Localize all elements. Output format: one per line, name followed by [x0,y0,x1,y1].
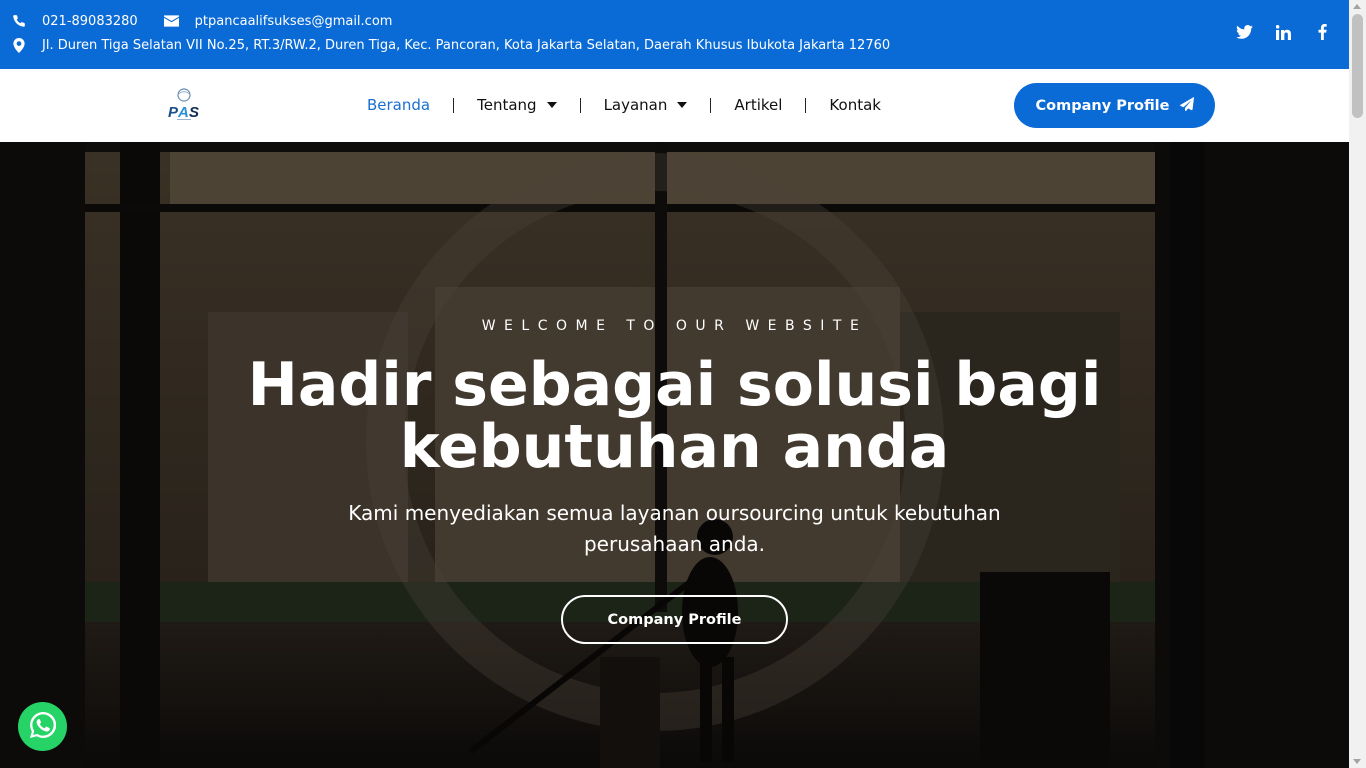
page-scrollbar[interactable] [1349,0,1366,768]
social-links [1235,23,1331,41]
scroll-down-arrow-icon[interactable] [1353,759,1361,764]
twitter-icon[interactable] [1235,23,1253,41]
nav-item-beranda[interactable]: Beranda [367,96,430,114]
svg-text:A: A [177,104,189,121]
paper-plane-icon [1179,96,1194,115]
hero-title-line: kebutuhan anda [399,412,950,482]
nav-divider [579,97,581,113]
hero-title-line: Hadir sebagai solusi bagi [247,350,1102,420]
map-marker-icon [11,37,27,53]
nav-item-label: Artikel [734,96,783,114]
nav-divider [710,97,712,113]
company-logo[interactable]: P A S [165,85,205,125]
nav-item-kontak[interactable]: Kontak [829,96,881,114]
facebook-icon[interactable] [1313,23,1331,41]
hero-eyebrow: WELCOME TO OUR WEBSITE [481,318,868,334]
nav-item-label: Tentang [477,96,537,114]
whatsapp-icon [29,711,56,742]
phone-link[interactable]: 021-89083280 [42,14,138,29]
caret-down-icon [677,102,688,108]
hero-button-label: Company Profile [607,611,742,628]
nav-divider [453,97,455,113]
phone-icon [11,13,27,29]
svg-text:S: S [189,104,199,121]
company-profile-label: Company Profile [1035,97,1170,114]
nav-divider [805,97,807,113]
nav-item-layanan[interactable]: Layanan [604,96,688,114]
scroll-up-arrow-icon[interactable] [1353,4,1361,9]
nav-item-tentang[interactable]: Tentang [477,96,557,114]
nav-item-label: Kontak [829,96,881,114]
whatsapp-button[interactable] [18,702,67,751]
hero-subtitle: Kami menyediakan semua layanan oursourci… [348,501,1001,556]
scrollbar-thumb[interactable] [1352,14,1363,118]
nav-item-label: Beranda [367,96,431,114]
hero-section: WELCOME TO OUR WEBSITE Hadir sebagai sol… [0,142,1349,768]
contact-row: 021-89083280 ptpancaalifsukses@gmail.com [11,13,392,29]
hero-title: Hadir sebagai solusi bagi kebutuhan anda [0,354,1349,478]
hero-company-profile-button[interactable]: Company Profile [561,595,788,644]
caret-down-icon [546,102,557,108]
email-link[interactable]: ptpancaalifsukses@gmail.com [195,14,393,29]
main-menu: Beranda Tentang Layanan Artikel Kontak [367,96,881,114]
linkedin-icon[interactable] [1274,23,1292,41]
address-text: Jl. Duren Tiga Selatan VII No.25, RT.3/R… [42,37,891,53]
envelope-icon [164,13,180,29]
company-profile-button[interactable]: Company Profile [1014,83,1215,128]
top-contact-bar: 021-89083280 ptpancaalifsukses@gmail.com… [0,0,1349,69]
nav-item-label: Layanan [603,96,668,114]
nav-item-artikel[interactable]: Artikel [734,96,782,114]
address-row: Jl. Duren Tiga Selatan VII No.25, RT.3/R… [11,37,890,53]
main-navbar: P A S Beranda Tentang Layanan Artikel Ko… [0,69,1349,142]
